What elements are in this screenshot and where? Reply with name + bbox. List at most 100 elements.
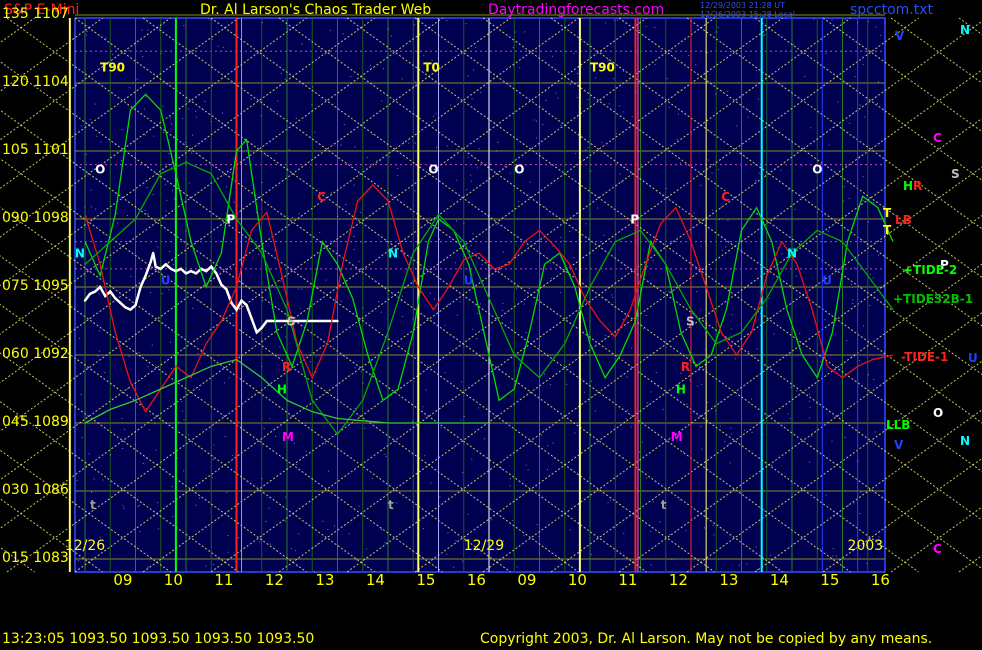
star-dot <box>228 377 230 379</box>
chart-marker-label: S <box>287 315 296 329</box>
star-dot <box>844 436 846 438</box>
star-dot <box>261 182 263 184</box>
y-tick-label: 030 1086 <box>2 482 74 498</box>
x-tick-label: 11 <box>618 571 638 589</box>
star-dot <box>576 96 578 98</box>
star-dot <box>172 264 174 266</box>
y-tick-angle: 030 <box>2 482 29 498</box>
chart-marker-label: O <box>514 163 524 177</box>
star-dot <box>185 142 187 144</box>
star-dot <box>285 336 287 338</box>
star-dot <box>433 115 435 117</box>
star-dot <box>536 524 538 526</box>
star-dot <box>827 230 829 232</box>
price-point <box>225 288 228 291</box>
star-dot <box>390 35 392 37</box>
star-dot <box>666 78 668 80</box>
star-dot <box>401 78 403 80</box>
star-dot <box>794 208 796 210</box>
price-point <box>336 319 339 323</box>
star-dot <box>350 76 352 78</box>
star-dot <box>226 492 228 494</box>
chart-marker-label: H <box>676 383 686 397</box>
star-dot <box>429 292 431 294</box>
price-point <box>93 290 97 293</box>
star-dot <box>223 46 225 48</box>
star-dot <box>195 110 197 112</box>
star-dot <box>288 149 290 151</box>
star-dot <box>712 524 714 526</box>
star-dot <box>348 533 350 535</box>
star-dot <box>668 106 670 108</box>
star-dot <box>645 315 647 317</box>
star-dot <box>225 186 227 188</box>
star-dot <box>439 496 441 498</box>
star-dot <box>96 135 98 137</box>
star-dot <box>200 349 202 351</box>
star-dot <box>155 449 157 451</box>
date-label: 12/29 <box>464 538 504 554</box>
star-dot <box>456 220 458 222</box>
star-dot <box>258 253 260 255</box>
star-dot <box>183 25 185 27</box>
star-dot <box>210 121 212 123</box>
star-dot <box>787 413 789 415</box>
star-dot <box>132 140 134 142</box>
star-dot <box>414 142 416 144</box>
star-dot <box>603 234 605 236</box>
star-dot <box>128 355 130 357</box>
star-dot <box>685 530 687 532</box>
price-point <box>255 331 258 334</box>
star-dot <box>701 384 703 386</box>
star-dot <box>579 155 581 157</box>
star-dot <box>205 565 207 567</box>
star-dot <box>232 454 234 456</box>
star-dot <box>650 564 652 566</box>
star-dot <box>573 257 575 259</box>
star-dot <box>642 328 644 330</box>
price-point <box>144 274 147 277</box>
right-legend-label: S <box>951 167 960 181</box>
star-dot <box>695 64 697 66</box>
star-dot <box>715 93 717 95</box>
star-dot <box>333 525 335 527</box>
star-dot <box>104 371 106 373</box>
star-dot <box>707 159 709 161</box>
star-dot <box>756 348 758 350</box>
star-dot <box>867 221 869 223</box>
star-dot <box>721 249 723 251</box>
star-dot <box>353 184 355 186</box>
star-dot <box>279 346 281 348</box>
star-dot <box>227 535 229 537</box>
star-dot <box>79 337 81 339</box>
star-dot <box>440 427 442 429</box>
star-dot <box>467 156 469 158</box>
star-dot <box>325 443 327 445</box>
y-tick-price: 1104 <box>33 74 69 90</box>
star-dot <box>472 233 474 235</box>
star-dot <box>623 111 625 113</box>
site-label[interactable]: Daytradingforecasts.com <box>488 2 664 18</box>
star-dot <box>113 246 115 248</box>
star-dot <box>747 350 749 352</box>
star-dot <box>862 325 864 327</box>
chart-marker-label: H <box>277 383 287 397</box>
star-dot <box>758 98 760 100</box>
star-dot <box>569 230 571 232</box>
star-dot <box>447 532 449 534</box>
star-dot <box>652 259 654 261</box>
chart-marker-label: P <box>226 213 235 227</box>
star-dot <box>780 169 782 171</box>
star-dot <box>400 300 402 302</box>
right-legend-label: R <box>913 179 923 193</box>
price-point <box>129 308 132 311</box>
star-dot <box>213 564 215 566</box>
star-dot <box>729 462 731 464</box>
star-dot <box>608 103 610 105</box>
star-dot <box>536 137 538 139</box>
price-point <box>174 269 178 273</box>
star-dot <box>280 280 282 282</box>
star-dot <box>86 34 88 36</box>
star-dot <box>825 52 827 54</box>
star-dot <box>731 314 733 316</box>
